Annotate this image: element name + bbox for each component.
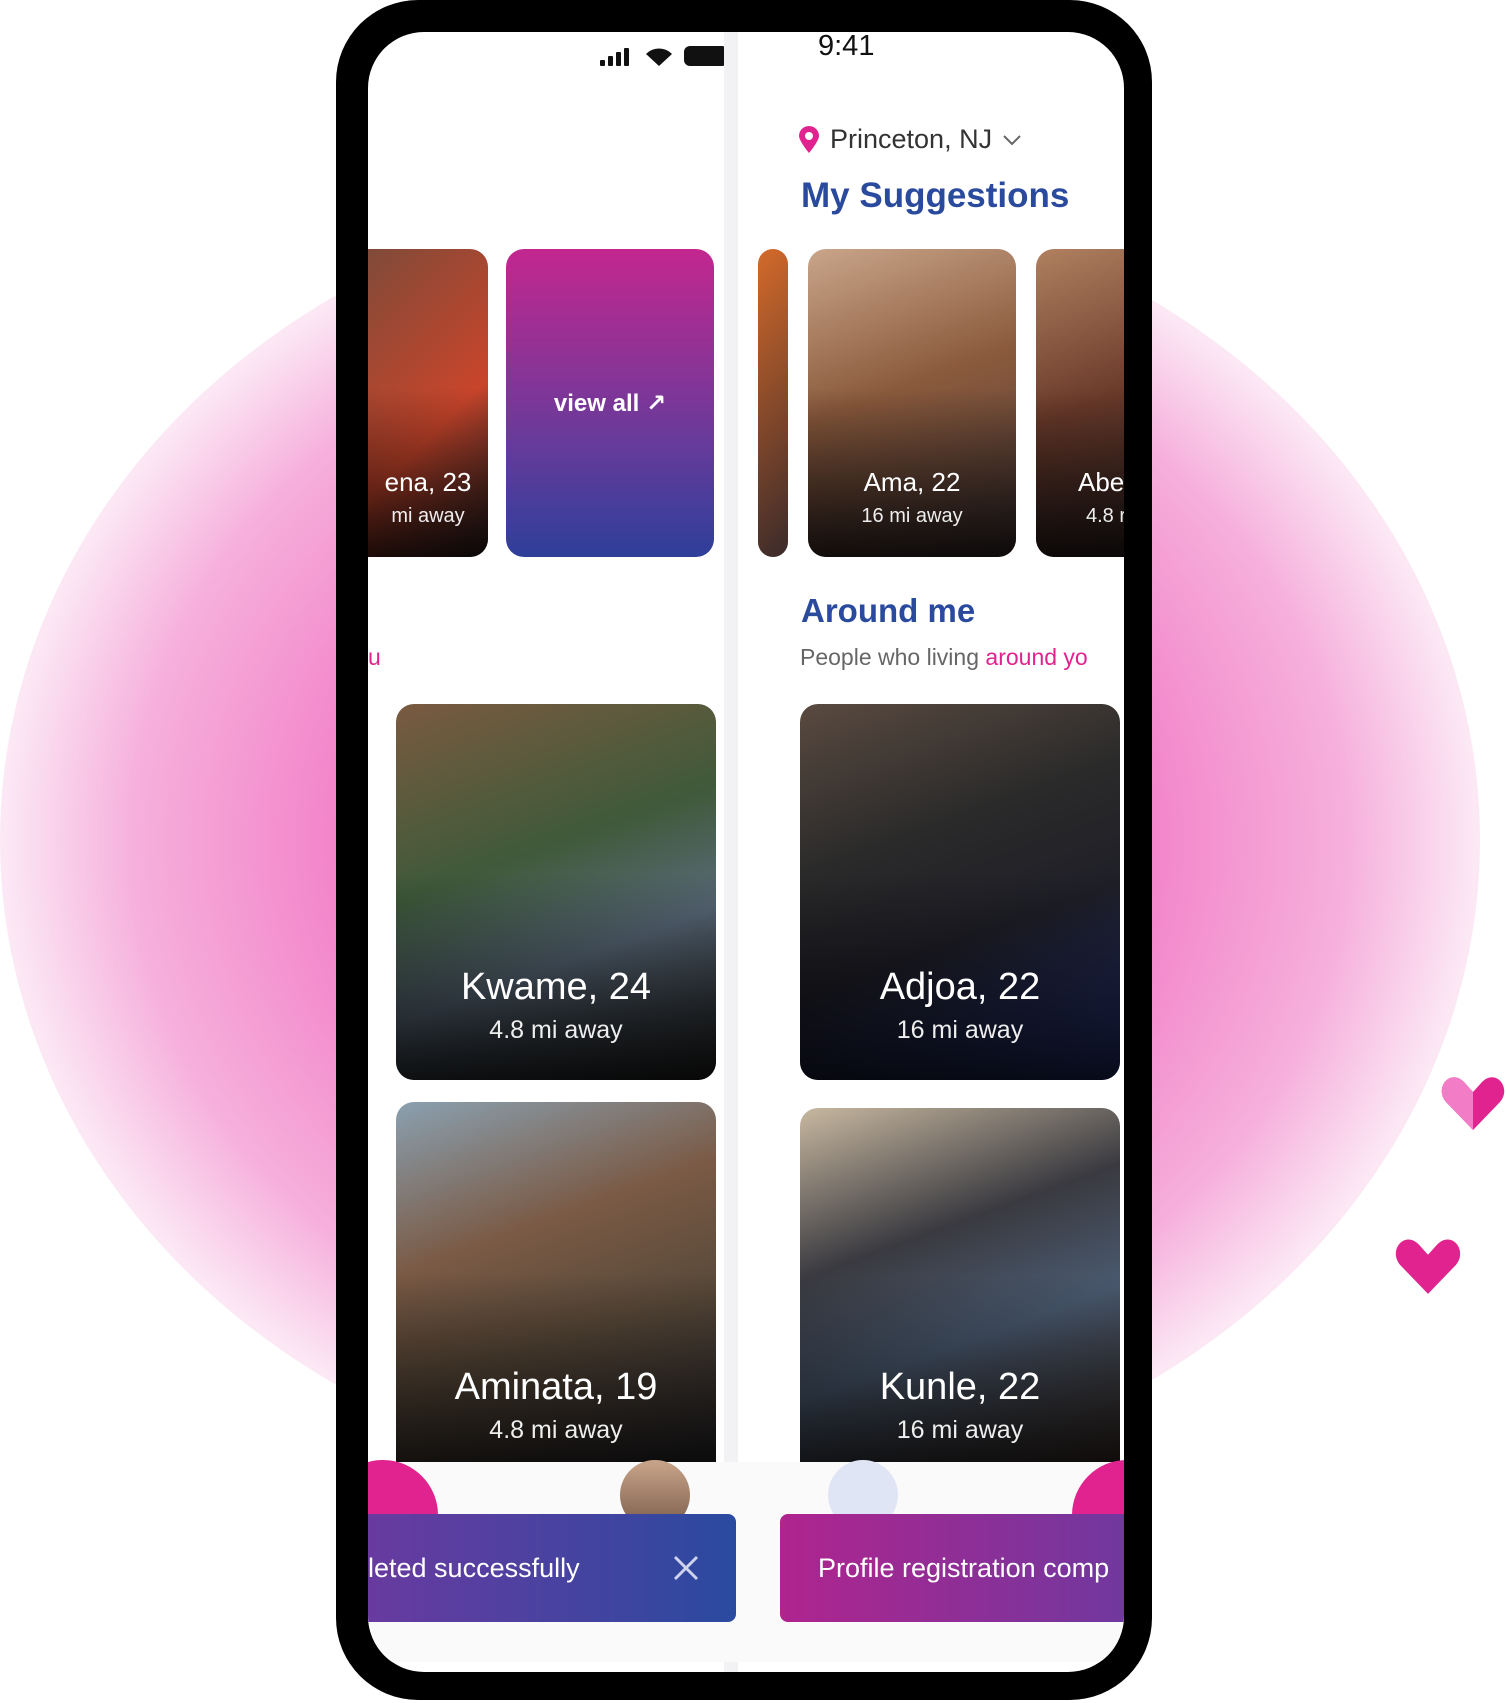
card-distance: 4.8 mi away (489, 1016, 623, 1044)
card-name: Aminata, 19 (454, 1366, 658, 1408)
chevron-down-icon (1003, 134, 1021, 145)
card-distance: 16 mi away (896, 1416, 1024, 1444)
card-name: Kwame, 24 (460, 966, 652, 1008)
suggestion-card[interactable]: ena, 23 mi away (368, 249, 488, 557)
app-screen: 9:41 Princeton, NJ My Suggestions ena, 2… (368, 32, 1124, 1672)
card-name: Abe (1078, 467, 1124, 497)
profile-card[interactable]: Adjoa, 22 16 mi away (800, 704, 1120, 1080)
status-bar: 9:41 (368, 32, 1124, 82)
close-icon[interactable] (672, 1554, 700, 1582)
suggestion-card[interactable]: Ama, 22 16 mi away (808, 249, 1016, 557)
card-distance: 16 mi away (896, 1016, 1024, 1044)
card-name: Adjoa, 22 (879, 966, 1041, 1008)
heart-icon (1395, 1239, 1461, 1294)
profile-card[interactable]: Kwame, 24 4.8 mi away (396, 704, 716, 1080)
view-all-label: view all ↗ (553, 390, 667, 417)
subtitle-fragment: u (368, 644, 381, 670)
card-distance: 4.8 mi away (489, 1416, 623, 1444)
subtitle-accent: around yo (985, 644, 1088, 670)
suggestion-card[interactable]: Abe 4.8 r (1036, 249, 1124, 557)
toast-success: leted successfully (368, 1514, 736, 1622)
card-name: Ama, 22 (863, 467, 961, 497)
battery-icon (684, 46, 728, 66)
location-label: Princeton, NJ (830, 124, 993, 154)
around-me-subtitle: People who living around yo (800, 644, 1088, 671)
location-pin-icon (799, 125, 819, 153)
status-time: 9:41 (818, 32, 875, 62)
signal-icon (600, 48, 629, 66)
subtitle-text: People who living (800, 644, 986, 670)
toast-message: leted successfully (368, 1552, 580, 1583)
toast-message: Profile registration comp (818, 1552, 1110, 1583)
suggestion-card[interactable] (758, 249, 788, 557)
card-name: Kunle, 22 (879, 1366, 1041, 1408)
around-me-title: Around me (801, 592, 976, 629)
location-selector[interactable]: Princeton, NJ (798, 124, 1022, 155)
profile-card[interactable]: Aminata, 19 4.8 mi away (396, 1102, 716, 1482)
profile-card[interactable]: Kunle, 22 16 mi away (800, 1108, 1120, 1482)
toast-profile: Profile registration comp (780, 1514, 1124, 1622)
view-all-card[interactable]: view all ↗ (506, 249, 714, 557)
card-distance: 16 mi away (861, 505, 963, 527)
heart-icon (1441, 1077, 1505, 1130)
card-distance: mi away (391, 505, 465, 527)
card-name: ena, 23 (384, 467, 472, 497)
wifi-icon (646, 48, 672, 66)
suggestions-title: My Suggestions (801, 176, 1070, 215)
screen-divider (724, 32, 738, 1672)
card-distance: 4.8 r (1086, 505, 1124, 527)
